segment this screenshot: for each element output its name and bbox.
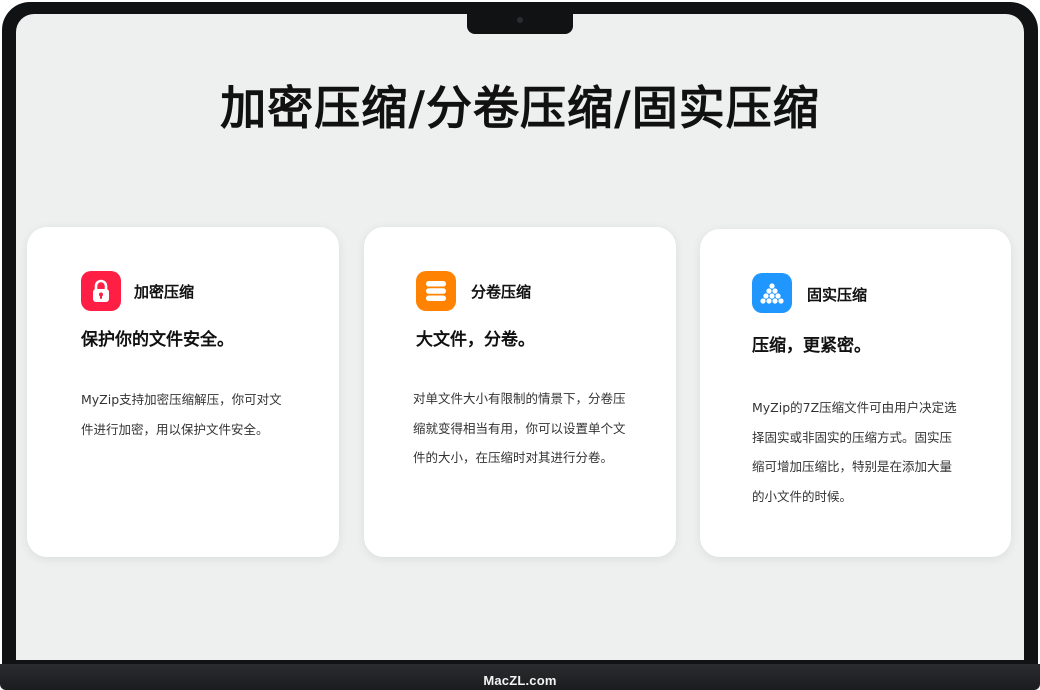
feature-description: MyZip的7Z压缩文件可由用户决定选择固实或非固实的压缩方式。固实压缩可增加压… (752, 400, 957, 504)
feature-card-encryption: 加密压缩 保护你的文件安全。 MyZip支持加密压缩解压，你可对文件进行加密，用… (27, 227, 339, 557)
feature-card-split-volumes: 分卷压缩 大文件，分卷。 对单文件大小有限制的情景下，分卷压缩就变得相当有用，你… (364, 227, 676, 557)
padlock-icon (81, 271, 121, 311)
feature-tagline: 压缩，更紧密。 (752, 336, 871, 356)
feature-description: 对单文件大小有限制的情景下，分卷压缩就变得相当有用，你可以设置单个文件的大小，在… (413, 391, 626, 465)
feature-description: MyZip支持加密压缩解压，你可对文件进行加密，用以保护文件安全。 (81, 392, 282, 437)
page-title: 加密压缩/分卷压缩/固实压缩 (220, 81, 820, 135)
feature-tagline: 保护你的文件安全。 (81, 330, 234, 350)
laptop-frame: MacZL.com 加密压缩/分卷压缩/固实压缩 加密压缩 保护你的文件安全。 … (0, 0, 1040, 690)
feature-card-solid-compression: 固实压缩 压缩，更紧密。 MyZip的7Z压缩文件可由用户决定选择固实或非固实的… (700, 229, 1011, 557)
brand-watermark: MacZL.com (483, 673, 557, 688)
feature-tagline: 大文件，分卷。 (416, 330, 535, 350)
camera-icon (517, 17, 523, 23)
feature-name: 分卷压缩 (471, 283, 532, 301)
feature-name: 固实压缩 (807, 286, 868, 304)
stacked-volumes-icon (416, 271, 456, 311)
feature-name: 加密压缩 (134, 283, 195, 301)
pyramid-balls-icon (752, 273, 792, 313)
